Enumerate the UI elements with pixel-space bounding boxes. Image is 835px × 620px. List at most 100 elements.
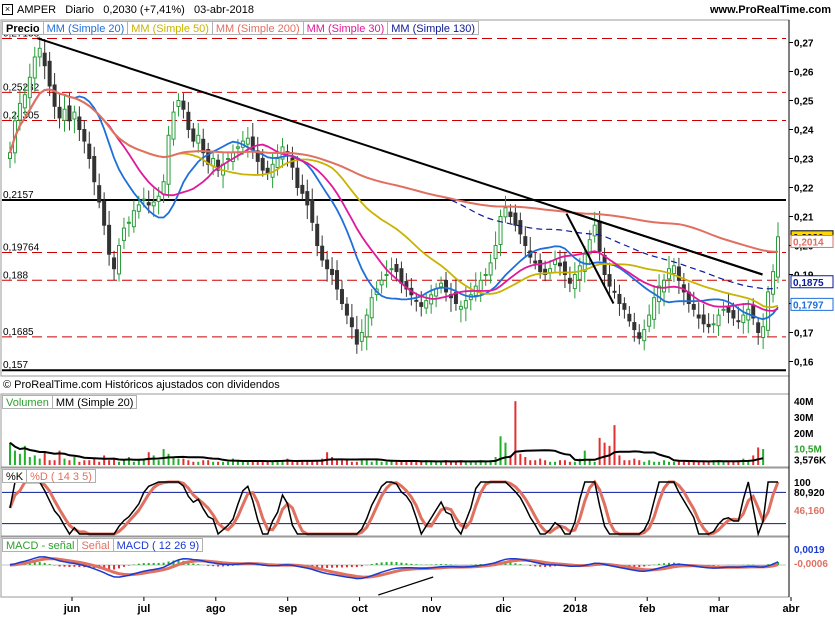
panel-frame-0: [0, 19, 790, 377]
macd-hist-bar: [340, 565, 343, 568]
macd-hist-bar: [321, 565, 324, 568]
macd-hist-bar: [152, 562, 155, 565]
price-candle-body: [771, 271, 776, 295]
volume-bar: [648, 460, 651, 465]
price-chart[interactable]: 0,270,260,250,240,230,220,210,200,190,18…: [0, 0, 835, 620]
price-level-label: 0,25282: [3, 82, 40, 93]
price-y-tick-label: 0,16: [794, 358, 814, 369]
volume-bar: [122, 460, 125, 465]
x-tick-label: jun: [63, 603, 81, 615]
price-level-label: 0,157: [3, 360, 28, 371]
price-candle-body: [696, 314, 701, 319]
volume-bar: [395, 461, 398, 465]
x-tick-label: 2018: [563, 603, 587, 615]
macd-legend-item-0[interactable]: MACD - señal: [2, 538, 79, 552]
price-candle-body: [572, 274, 577, 290]
price-candle-body: [642, 329, 647, 342]
price-candle-body: [72, 111, 77, 120]
price-legend-item-4[interactable]: MM (Simple 30): [303, 21, 389, 35]
price-candle-body: [171, 111, 176, 140]
price-legend-item-0[interactable]: Precio: [2, 21, 44, 35]
price-legend: Precio MM (Simple 20) MM (Simple 50) MM (Si…: [2, 21, 480, 35]
price-level-label: 0,1685: [3, 327, 34, 338]
price-candle-body: [186, 111, 191, 130]
price-candle-body: [295, 167, 300, 188]
price-candle-body: [121, 227, 126, 241]
volume-bar: [132, 461, 135, 465]
stoch-legend-item-0[interactable]: %K: [2, 469, 28, 483]
volume-bar: [331, 457, 334, 465]
volume-bar: [207, 460, 210, 465]
price-candle-body: [419, 302, 424, 307]
price-candle-body: [384, 274, 389, 276]
macd-hist-bar: [122, 565, 125, 567]
volume-bar: [638, 460, 641, 465]
macd-hist-bar: [529, 565, 532, 566]
price-y-tick-label: 0,25: [794, 97, 814, 108]
macd-hist-bar: [217, 565, 220, 567]
price-candle-body: [592, 224, 597, 237]
volume-y-tick-label: 40M: [794, 397, 813, 408]
price-candle-body: [320, 245, 325, 261]
price-legend-item-3[interactable]: MM (Simple 200): [212, 21, 304, 35]
price-candle-body: [637, 332, 642, 339]
macd-hist-bar: [638, 565, 641, 568]
price-legend-item-5[interactable]: MM (Simple 130): [388, 21, 480, 35]
price-candle-body: [424, 300, 429, 309]
price-candle-body: [235, 146, 240, 149]
volume-bar: [98, 461, 101, 465]
macd-legend: MACD - señal Señal MACD ( 12 26 9): [2, 538, 204, 552]
macd-hist-bar: [127, 565, 130, 566]
price-legend-item-1[interactable]: MM (Simple 20): [43, 21, 129, 35]
volume-legend-item-0[interactable]: Volumen: [2, 395, 53, 409]
x-tick-label: abr: [782, 603, 800, 615]
x-tick-label: sep: [278, 603, 297, 615]
price-candle-body: [508, 211, 513, 217]
macd-hist-bar: [375, 563, 378, 565]
price-legend-item-2[interactable]: MM (Simple 50): [128, 21, 213, 35]
macd-hist-bar: [336, 565, 339, 568]
volume-bar: [643, 461, 646, 465]
price-sma130-line: [9, 88, 779, 290]
macd-legend-item-2[interactable]: MACD ( 12 26 9): [113, 538, 204, 552]
price-candle-body: [310, 199, 315, 223]
stoch-legend-item-1[interactable]: %D ( 14 3 5): [27, 469, 96, 483]
price-candle-body: [62, 108, 67, 121]
volume-bar: [127, 457, 130, 465]
macd-hist-bar: [370, 563, 373, 565]
macd-line: [9, 556, 779, 580]
x-tick-label: feb: [639, 603, 656, 615]
macd-hist-bar: [73, 565, 76, 567]
volume-legend-item-1[interactable]: MM (Simple 20): [52, 395, 138, 409]
macd-hist-bar: [360, 565, 363, 567]
volume-bar: [88, 460, 91, 465]
volume-last-label: 10,5M: [794, 444, 822, 455]
price-candle-body: [389, 268, 394, 271]
price-candle-body: [414, 299, 419, 302]
macd-hist-bar: [118, 565, 121, 569]
volume-bar: [658, 461, 661, 465]
price-candle-body: [364, 314, 369, 338]
price-y-tick-label: 0,22: [794, 184, 814, 195]
volume-bar: [103, 455, 106, 465]
volume-bar: [628, 460, 631, 465]
volume-bar: [415, 461, 418, 465]
price-candle-body: [344, 303, 349, 316]
price-y-tick-label: 0,17: [794, 329, 814, 340]
x-tick-label: oct: [351, 603, 368, 615]
macd-hist-bar: [132, 564, 135, 565]
price-candle-body: [617, 293, 622, 305]
price-candle-body: [776, 236, 780, 278]
macd-legend-item-1[interactable]: Señal: [78, 538, 114, 552]
x-tick-label: mar: [709, 603, 730, 615]
volume-bar: [544, 460, 547, 465]
volume-bar: [271, 461, 274, 465]
volume-y-tick-label: 20M: [794, 429, 813, 440]
price-candle-body: [567, 277, 572, 284]
volume-bar: [311, 461, 314, 465]
price-candle-body: [260, 157, 265, 171]
volume-bar: [202, 460, 205, 465]
macd-trendline: [378, 576, 434, 596]
price-candle-body: [379, 279, 384, 286]
volume-bar: [355, 461, 358, 465]
